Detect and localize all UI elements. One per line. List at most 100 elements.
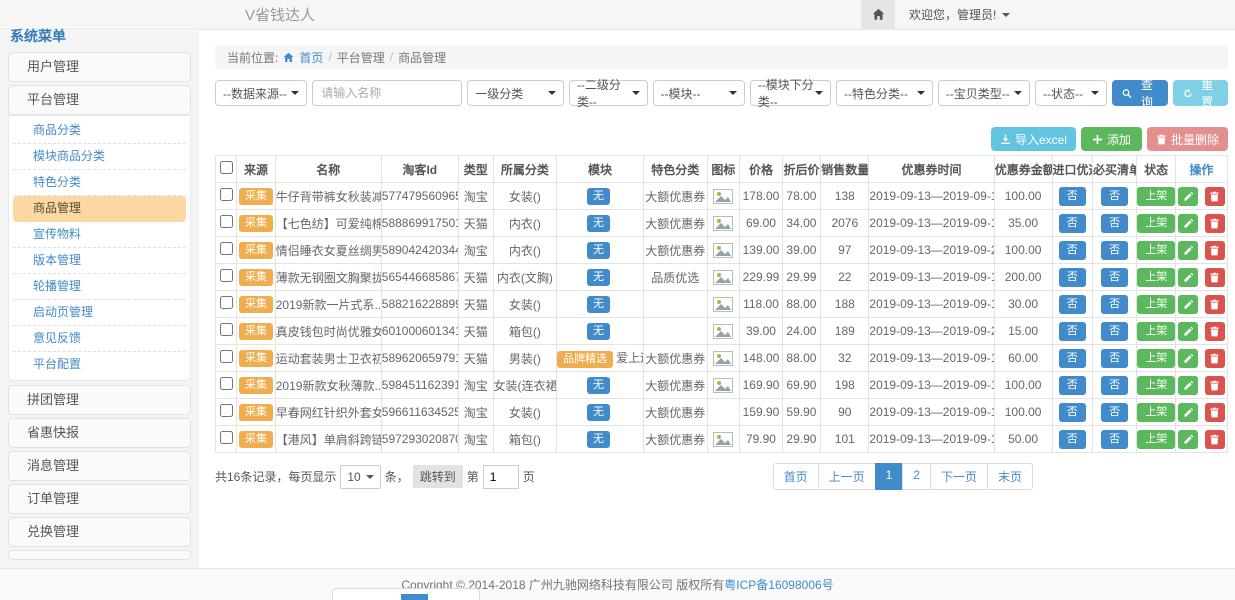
user-menu[interactable]: 欢迎您，管理员!	[895, 0, 1235, 29]
status-badge[interactable]: 上架	[1137, 187, 1175, 206]
must-buy-badge[interactable]: 否	[1101, 214, 1128, 233]
import-select-badge[interactable]: 否	[1059, 241, 1086, 260]
page-button[interactable]: 1	[875, 463, 904, 490]
sidebar-item[interactable]: 平台配置	[13, 352, 186, 378]
edit-button[interactable]	[1178, 214, 1198, 233]
delete-button[interactable]	[1205, 349, 1225, 368]
edit-button[interactable]	[1178, 268, 1198, 287]
select-all-checkbox[interactable]	[220, 161, 233, 174]
row-checkbox[interactable]	[220, 242, 233, 255]
delete-button[interactable]	[1205, 430, 1225, 449]
must-buy-badge[interactable]: 否	[1101, 187, 1128, 206]
must-buy-badge[interactable]: 否	[1101, 241, 1128, 260]
breadcrumb-home-link[interactable]: 首页	[299, 49, 323, 66]
must-buy-badge[interactable]: 否	[1101, 295, 1128, 314]
page-number-input[interactable]	[483, 465, 519, 489]
status-badge[interactable]: 上架	[1137, 214, 1175, 233]
must-buy-badge[interactable]: 否	[1101, 430, 1128, 449]
status-badge[interactable]: 上架	[1137, 241, 1175, 260]
import-select-badge[interactable]: 否	[1059, 349, 1086, 368]
edit-button[interactable]	[1178, 187, 1198, 206]
must-buy-badge[interactable]: 否	[1101, 322, 1128, 341]
import-select-badge[interactable]: 否	[1059, 403, 1086, 422]
sidebar-group[interactable]: 省惠快报	[8, 418, 191, 448]
page-button[interactable]: 末页	[987, 463, 1033, 490]
status-badge[interactable]: 上架	[1137, 430, 1175, 449]
delete-button[interactable]	[1205, 268, 1225, 287]
status-badge[interactable]: 上架	[1137, 322, 1175, 341]
sidebar-item[interactable]: 轮播管理	[13, 274, 186, 300]
delete-button[interactable]	[1205, 241, 1225, 260]
edit-button[interactable]	[1178, 241, 1198, 260]
edit-button[interactable]	[1178, 349, 1198, 368]
edit-button[interactable]	[1178, 376, 1198, 395]
row-checkbox[interactable]	[220, 269, 233, 282]
delete-button[interactable]	[1205, 214, 1225, 233]
jump-button[interactable]: 跳转到	[413, 465, 463, 488]
import-select-badge[interactable]: 否	[1059, 430, 1086, 449]
sidebar-group-user-management[interactable]: 用户管理	[8, 52, 191, 82]
status-badge[interactable]: 上架	[1137, 349, 1175, 368]
sidebar-group[interactable]: 消息管理	[8, 451, 191, 481]
edit-button[interactable]	[1178, 403, 1198, 422]
batch-delete-button[interactable]: 批量删除	[1147, 127, 1228, 151]
import-select-badge[interactable]: 否	[1059, 268, 1086, 287]
row-checkbox[interactable]	[220, 188, 233, 201]
page-button[interactable]: 2	[902, 463, 931, 490]
must-buy-badge[interactable]: 否	[1101, 349, 1128, 368]
filter-select-item-type[interactable]: --宝贝类型--	[938, 80, 1030, 106]
filter-input-name[interactable]	[312, 80, 462, 106]
icp-link[interactable]: 粤ICP备16098006号	[724, 576, 833, 593]
edit-button[interactable]	[1178, 295, 1198, 314]
status-badge[interactable]: 上架	[1137, 403, 1175, 422]
filter-select-module-sub-category[interactable]: --模块下分类--	[750, 80, 831, 106]
filter-select-level1-category[interactable]: 一级分类	[467, 80, 564, 106]
must-buy-badge[interactable]: 否	[1101, 268, 1128, 287]
import-excel-button[interactable]: 导入excel	[991, 127, 1076, 151]
per-page-select[interactable]: 10	[340, 465, 380, 489]
delete-button[interactable]	[1205, 295, 1225, 314]
sidebar-item[interactable]: 版本管理	[13, 248, 186, 274]
sidebar-group[interactable]: 拼团管理	[8, 385, 191, 415]
import-select-badge[interactable]: 否	[1059, 214, 1086, 233]
status-badge[interactable]: 上架	[1137, 268, 1175, 287]
sidebar-item[interactable]: 意见反馈	[13, 326, 186, 352]
row-checkbox[interactable]	[220, 323, 233, 336]
row-checkbox[interactable]	[220, 431, 233, 444]
must-buy-badge[interactable]: 否	[1101, 376, 1128, 395]
import-select-badge[interactable]: 否	[1059, 322, 1086, 341]
sidebar-item[interactable]: 模块商品分类	[13, 144, 186, 170]
import-select-badge[interactable]: 否	[1059, 295, 1086, 314]
import-select-badge[interactable]: 否	[1059, 187, 1086, 206]
delete-button[interactable]	[1205, 322, 1225, 341]
sidebar-item[interactable]: 特色分类	[13, 170, 186, 196]
filter-select-module[interactable]: --模块--	[653, 80, 745, 106]
sidebar-item[interactable]: 宣传物料	[13, 222, 186, 248]
import-select-badge[interactable]: 否	[1059, 376, 1086, 395]
add-button[interactable]: 添加	[1081, 127, 1142, 151]
sidebar-item[interactable]: 启动页管理	[13, 300, 186, 326]
row-checkbox[interactable]	[220, 404, 233, 417]
page-button[interactable]: 下一页	[930, 463, 988, 490]
page-button[interactable]: 上一页	[818, 463, 876, 490]
row-checkbox[interactable]	[220, 377, 233, 390]
filter-select-data-source[interactable]: --数据来源--	[215, 80, 307, 106]
edit-button[interactable]	[1178, 430, 1198, 449]
search-button[interactable]: 查询	[1112, 80, 1167, 106]
reset-button[interactable]: 重置	[1173, 80, 1228, 106]
home-button[interactable]	[861, 0, 895, 29]
sidebar-group-partial[interactable]	[8, 550, 191, 560]
filter-select-status[interactable]: --状态--	[1035, 80, 1107, 106]
sidebar-item[interactable]: 商品分类	[13, 118, 186, 144]
sidebar-group[interactable]: 兑换管理	[8, 517, 191, 547]
filter-select-level2-category[interactable]: --二级分类--	[569, 80, 648, 106]
row-checkbox[interactable]	[220, 350, 233, 363]
status-badge[interactable]: 上架	[1137, 376, 1175, 395]
page-button[interactable]: 首页	[773, 463, 819, 490]
delete-button[interactable]	[1205, 376, 1225, 395]
edit-button[interactable]	[1178, 322, 1198, 341]
filter-select-feature-category[interactable]: --特色分类--	[836, 80, 933, 106]
row-checkbox[interactable]	[220, 296, 233, 309]
delete-button[interactable]	[1205, 187, 1225, 206]
delete-button[interactable]	[1205, 403, 1225, 422]
